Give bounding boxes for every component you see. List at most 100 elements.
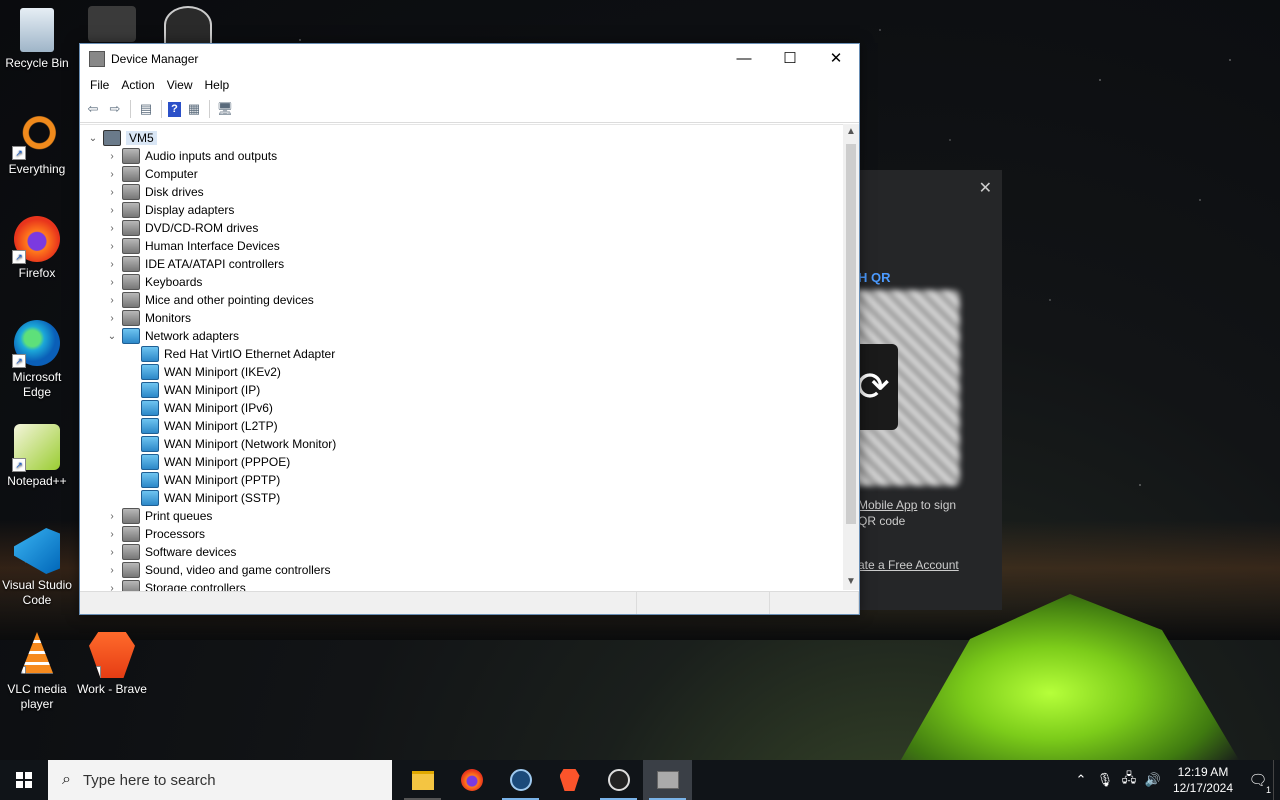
scroll-down-arrow-icon[interactable]: ▼ (843, 574, 859, 590)
desktop-icon-everything[interactable]: ↗ Everything (0, 112, 74, 177)
desktop-icon-firefox[interactable]: ↗ Firefox (0, 216, 74, 281)
background-app-window[interactable]: ✕ H QR ⟳ Mobile App to sign QR code ate … (848, 170, 1002, 610)
chevron-right-icon[interactable]: › (105, 547, 119, 558)
chevron-down-icon[interactable]: ⌄ (105, 331, 119, 342)
tree-category[interactable]: › Mice and other pointing devices (80, 291, 843, 309)
tree-device[interactable]: WAN Miniport (Network Monitor) (80, 435, 843, 453)
chevron-right-icon[interactable]: › (105, 529, 119, 540)
taskbar-file-explorer[interactable] (398, 760, 447, 800)
tree-category[interactable]: › Computer (80, 165, 843, 183)
windows-logo-icon (16, 772, 32, 788)
vertical-scrollbar[interactable]: ▲ ▼ (843, 124, 859, 590)
maximize-button[interactable]: ☐ (767, 44, 813, 74)
menu-help[interactable]: Help (199, 78, 236, 92)
tree-device[interactable]: WAN Miniport (IP) (80, 381, 843, 399)
microphone-icon[interactable]: 🎙 (1093, 772, 1117, 788)
start-button[interactable] (0, 760, 48, 800)
menu-view[interactable]: View (161, 78, 199, 92)
tree-category[interactable]: › Storage controllers (80, 579, 843, 591)
chevron-down-icon[interactable]: ⌄ (86, 133, 100, 144)
tree-category-network-adapters[interactable]: ⌄ Network adapters (80, 327, 843, 345)
device-category-icon (122, 166, 140, 182)
scan-hardware-icon[interactable]: 🖥 (216, 100, 234, 118)
device-category-icon (122, 544, 140, 560)
close-icon[interactable]: ✕ (979, 178, 992, 198)
title-bar[interactable]: Device Manager — ☐ ✕ (80, 44, 859, 74)
scroll-up-arrow-icon[interactable]: ▲ (843, 124, 859, 140)
mobile-app-link[interactable]: Mobile App (858, 498, 917, 512)
tree-category[interactable]: › Display adapters (80, 201, 843, 219)
taskbar: ⌕ Type here to search ⌃ 🎙 🖧 🔊 12:19 AM 1… (0, 760, 1280, 800)
chevron-right-icon[interactable]: › (105, 151, 119, 162)
device-category-icon (122, 310, 140, 326)
show-hide-console-tree-icon[interactable]: ▤ (137, 100, 155, 118)
tree-category[interactable]: › Processors (80, 525, 843, 543)
tree-root-node[interactable]: ⌄ VM5 (80, 129, 843, 147)
chevron-right-icon[interactable]: › (105, 205, 119, 216)
properties-icon[interactable]: ▦ (185, 100, 203, 118)
tree-device[interactable]: WAN Miniport (IPv6) (80, 399, 843, 417)
close-button[interactable]: ✕ (813, 44, 859, 74)
chevron-right-icon[interactable]: › (105, 241, 119, 252)
tree-category[interactable]: › Sound, video and game controllers (80, 561, 843, 579)
tree-device[interactable]: WAN Miniport (PPTP) (80, 471, 843, 489)
tree-device[interactable]: WAN Miniport (L2TP) (80, 417, 843, 435)
tree-device[interactable]: WAN Miniport (PPPOE) (80, 453, 843, 471)
tree-device[interactable]: Red Hat VirtIO Ethernet Adapter (80, 345, 843, 363)
chevron-right-icon[interactable]: › (105, 187, 119, 198)
desktop-icon-vscode[interactable]: ↗ Visual Studio Code (0, 528, 74, 608)
tree-device[interactable]: WAN Miniport (IKEv2) (80, 363, 843, 381)
taskbar-steam[interactable] (496, 760, 545, 800)
taskbar-firefox[interactable] (447, 760, 496, 800)
minimize-button[interactable]: — (721, 44, 767, 74)
tree-category[interactable]: › Audio inputs and outputs (80, 147, 843, 165)
help-icon[interactable]: ? (168, 101, 181, 117)
volume-icon[interactable]: 🔊 (1141, 772, 1165, 788)
chevron-right-icon[interactable]: › (105, 313, 119, 324)
desktop-icon-partial-eagle[interactable] (88, 6, 136, 42)
create-account-link[interactable]: ate a Free Account (858, 558, 959, 572)
device-category-icon (122, 220, 140, 236)
taskbar-device-manager[interactable] (643, 760, 692, 800)
network-icon[interactable]: 🖧 (1117, 769, 1141, 791)
forward-arrow-icon[interactable]: ⇨ (106, 100, 124, 118)
menu-file[interactable]: File (84, 78, 115, 92)
chevron-up-icon[interactable]: ⌃ (1069, 772, 1093, 788)
taskbar-brave[interactable] (545, 760, 594, 800)
desktop-icon-notepadpp[interactable]: ↗ Notepad++ (0, 424, 74, 489)
chevron-right-icon[interactable]: › (105, 565, 119, 576)
taskbar-obs[interactable] (594, 760, 643, 800)
chevron-right-icon[interactable]: › (105, 259, 119, 270)
tree-category[interactable]: › Software devices (80, 543, 843, 561)
folder-icon (411, 770, 434, 790)
tree-device[interactable]: WAN Miniport (SSTP) (80, 489, 843, 507)
scrollbar-thumb[interactable] (846, 144, 856, 524)
chevron-right-icon[interactable]: › (105, 511, 119, 522)
back-arrow-icon[interactable]: ⇦ (84, 100, 102, 118)
tree-category[interactable]: › Disk drives (80, 183, 843, 201)
device-tree[interactable]: ⌄ VM5 › Audio inputs and outputs › Computer… (80, 124, 843, 591)
taskbar-search-box[interactable]: ⌕ Type here to search (48, 760, 392, 800)
tree-category[interactable]: › DVD/CD-ROM drives (80, 219, 843, 237)
tree-category[interactable]: › Keyboards (80, 273, 843, 291)
desktop-icon-edge[interactable]: ↗ Microsoft Edge (0, 320, 74, 400)
chevron-right-icon[interactable]: › (105, 169, 119, 180)
clock[interactable]: 12:19 AM 12/17/2024 (1173, 764, 1233, 796)
tree-category[interactable]: › Print queues (80, 507, 843, 525)
obs-icon (607, 769, 630, 791)
desktop-icon-partial-obs[interactable] (164, 6, 212, 44)
chevron-right-icon[interactable]: › (105, 583, 119, 592)
chevron-right-icon[interactable]: › (105, 223, 119, 234)
show-desktop-button[interactable] (1273, 760, 1280, 800)
chevron-right-icon[interactable]: › (105, 277, 119, 288)
menu-action[interactable]: Action (115, 78, 160, 92)
tree-category[interactable]: › Human Interface Devices (80, 237, 843, 255)
desktop-icon-work-brave[interactable]: ↗ Work - Brave (75, 632, 149, 697)
chevron-right-icon[interactable]: › (105, 295, 119, 306)
tree-category[interactable]: › Monitors (80, 309, 843, 327)
desktop-icon-vlc[interactable]: ↗ VLC media player (0, 632, 74, 712)
notification-center-icon[interactable]: 🗨 1 (1243, 771, 1273, 795)
tree-category[interactable]: › IDE ATA/ATAPI controllers (80, 255, 843, 273)
desktop-icon-recycle-bin[interactable]: Recycle Bin (0, 8, 74, 71)
device-manager-window[interactable]: Device Manager — ☐ ✕ File Action View He… (79, 43, 860, 615)
